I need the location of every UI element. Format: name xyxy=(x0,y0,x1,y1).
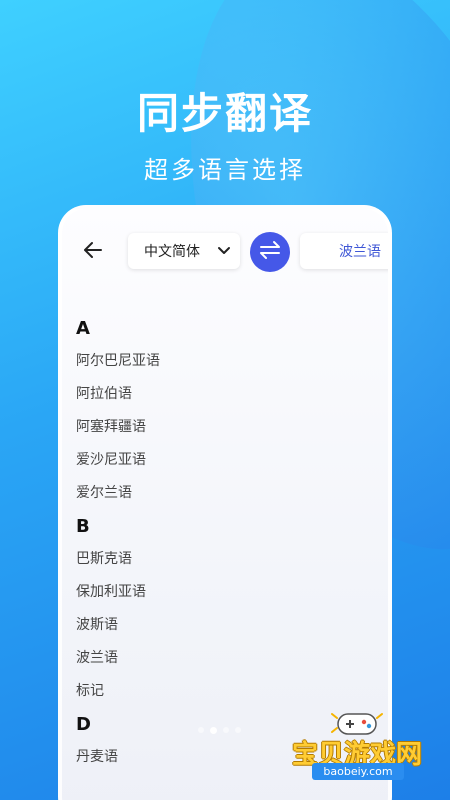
source-language-select[interactable]: 中文简体 xyxy=(128,233,240,269)
section-letter: A xyxy=(76,318,90,339)
chevron-down-icon xyxy=(216,242,232,262)
section-b: B 巴斯克语 保加利亚语 波斯语 波兰语 标记 xyxy=(76,510,376,708)
language-item[interactable]: 阿拉伯语 xyxy=(76,378,376,411)
swap-arrows-icon xyxy=(258,240,282,264)
swap-languages-button[interactable] xyxy=(250,232,290,272)
watermark-logo: 宝贝游戏网 baobeiy.com xyxy=(272,700,442,790)
language-item[interactable]: 波斯语 xyxy=(76,609,376,642)
language-item[interactable]: 爱尔兰语 xyxy=(76,477,376,510)
language-item[interactable]: 阿尔巴尼亚语 xyxy=(76,345,376,378)
watermark-url: baobeiy.com xyxy=(312,763,404,780)
page-dot-active xyxy=(210,727,217,734)
language-item[interactable]: 巴斯克语 xyxy=(76,543,376,576)
language-item[interactable]: 爱沙尼亚语 xyxy=(76,444,376,477)
source-language-label: 中文简体 xyxy=(144,244,200,260)
page-dot xyxy=(198,727,204,733)
promo-headline: 同步翻译 xyxy=(136,89,313,138)
language-item[interactable]: 阿塞拜疆语 xyxy=(76,411,376,444)
back-button[interactable] xyxy=(76,235,110,269)
section-letter: B xyxy=(76,516,90,537)
section-a: A 阿尔巴尼亚语 阿拉伯语 阿塞拜疆语 爱沙尼亚语 爱尔兰语 xyxy=(76,312,376,510)
language-item[interactable]: 保加利亚语 xyxy=(76,576,376,609)
promo-subline: 超多语言选择 xyxy=(144,156,306,184)
target-language-label: 波兰语 xyxy=(339,244,381,260)
language-item[interactable]: 波兰语 xyxy=(76,642,376,675)
arrow-left-icon xyxy=(83,241,103,263)
page-indicator xyxy=(198,727,241,734)
page-dot xyxy=(223,727,229,733)
target-language-button[interactable]: 波兰语 xyxy=(300,233,388,269)
language-toolbar: 中文简体 波兰语 xyxy=(62,227,388,277)
page-dot xyxy=(235,727,241,733)
